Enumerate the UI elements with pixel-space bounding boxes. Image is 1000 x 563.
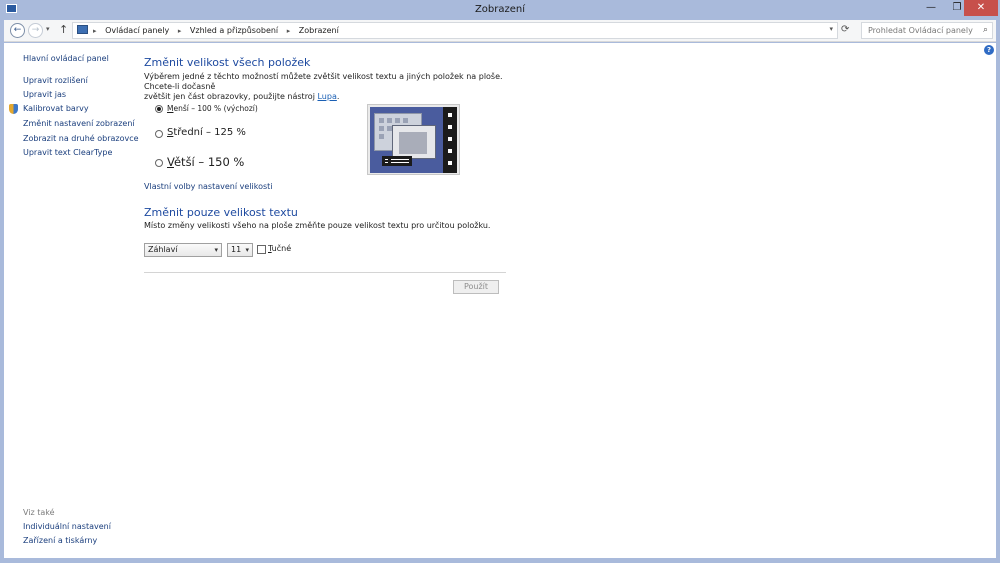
radio-button-larger[interactable] — [155, 159, 163, 167]
item-select[interactable]: Záhlaví ▾ — [144, 243, 222, 257]
breadcrumb-separator-icon[interactable]: ▸ — [178, 27, 182, 35]
display-preview-image — [367, 104, 460, 175]
size-option-smaller-label: Menší – 100 % (výchozí) — [167, 104, 258, 113]
address-dropdown-icon[interactable]: ▾ — [829, 25, 833, 33]
forward-button[interactable]: → — [28, 23, 43, 38]
shield-icon — [9, 104, 18, 114]
address-row: ← → ▾ ↑ ▸ Ovládací panely ▸ Vzhled a při… — [4, 20, 996, 42]
search-placeholder: Prohledat Ovládací panely — [868, 26, 973, 35]
chevron-down-icon: ▾ — [214, 246, 218, 254]
control-panel-icon — [77, 25, 88, 34]
description: Výběrem jedné z těchto možností můžete z… — [144, 72, 504, 102]
size-option-medium-label: Střední – 125 % — [167, 127, 246, 138]
preview-line — [391, 159, 409, 160]
nav-link-project-second-screen[interactable]: Zobrazit na druhé obrazovce — [23, 134, 139, 143]
search-icon[interactable]: ⌕ — [983, 25, 988, 35]
breadcrumb: ▸ Ovládací panely ▸ Vzhled a přizpůsoben… — [93, 26, 345, 35]
description-line-2: zvětšit jen část obrazovky, použijte nás… — [144, 92, 315, 101]
magnifier-link[interactable]: Lupa — [317, 92, 336, 101]
see-also-link-devices-printers[interactable]: Zařízení a tiskárny — [23, 536, 97, 545]
label-rest: enší – 100 % (výchozí) — [173, 104, 258, 113]
font-size-select[interactable]: 11 ▾ — [227, 243, 253, 257]
breadcrumb-separator-icon: ▸ — [93, 27, 97, 35]
accesskey-letter: V — [167, 155, 174, 169]
preview-tile — [387, 118, 392, 123]
up-arrow-icon[interactable]: ↑ — [59, 23, 68, 36]
page-title: Změnit velikost všech položek — [144, 56, 311, 69]
see-also-heading: Viz také — [23, 508, 55, 517]
label-rest: třední – 125 % — [173, 127, 246, 138]
label-rest: ětší – 150 % — [173, 155, 245, 169]
apply-button[interactable]: Použít — [453, 280, 499, 294]
label-rest: učné — [271, 244, 292, 253]
preview-tile — [395, 118, 400, 123]
text-size-description: Místo změny velikosti všeho na ploše změ… — [144, 221, 491, 230]
radio-button-medium[interactable] — [155, 130, 163, 138]
preview-taskbar — [382, 156, 412, 166]
description-line-1: Výběrem jedné z těchto možností můžete z… — [144, 72, 503, 91]
breadcrumb-item-control-panel[interactable]: Ovládací panely — [105, 26, 169, 35]
item-select-value: Záhlaví — [148, 245, 178, 254]
preview-line — [385, 159, 388, 160]
see-also-link-personalization[interactable]: Individuální nastavení — [23, 522, 111, 531]
nav-link-change-display-settings[interactable]: Změnit nastavení zobrazení — [23, 119, 135, 128]
help-icon[interactable]: ? — [984, 45, 994, 55]
breadcrumb-item-display[interactable]: Zobrazení — [299, 26, 339, 35]
chevron-down-icon: ▾ — [245, 246, 249, 254]
preview-charm — [448, 125, 452, 129]
address-bar[interactable]: ▸ Ovládací panely ▸ Vzhled a přizpůsoben… — [72, 22, 838, 39]
minimize-button[interactable]: — — [918, 0, 944, 16]
radio-button-smaller[interactable] — [155, 105, 163, 113]
custom-size-link[interactable]: Vlastní volby nastavení velikosti — [144, 182, 273, 191]
back-button[interactable]: ← — [10, 23, 25, 38]
title-bar: Zobrazení — ❐ ✕ — [0, 0, 1000, 19]
divider — [144, 272, 506, 273]
preview-charm — [448, 113, 452, 117]
preview-tile — [379, 126, 384, 131]
preview-charm — [448, 149, 452, 153]
refresh-icon[interactable]: ⟳ — [841, 24, 849, 35]
preview-window — [392, 125, 436, 159]
text-size-heading: Změnit pouze velikost textu — [144, 206, 298, 219]
nav-link-adjust-resolution[interactable]: Upravit rozlišení — [23, 76, 88, 85]
nav-link-calibrate-color-label: Kalibrovat barvy — [23, 104, 89, 113]
breadcrumb-separator-icon[interactable]: ▸ — [287, 27, 291, 35]
search-input[interactable]: Prohledat Ovládací panely ⌕ — [861, 22, 993, 39]
preview-charms-bar — [443, 107, 457, 173]
nav-link-calibrate-color[interactable]: Kalibrovat barvy — [9, 104, 89, 114]
recent-locations-icon[interactable]: ▾ — [46, 25, 50, 33]
preview-tile — [379, 118, 384, 123]
window: Zobrazení — ❐ ✕ ← → ▾ ↑ ▸ Ovládací panel… — [0, 0, 1000, 563]
font-size-select-value: 11 — [231, 245, 242, 254]
breadcrumb-item-appearance[interactable]: Vzhled a přizpůsobení — [190, 26, 278, 35]
nav-link-control-panel-home[interactable]: Hlavní ovládací panel — [23, 54, 109, 63]
description-end: . — [336, 92, 340, 101]
size-option-larger-label: Větší – 150 % — [167, 155, 244, 169]
preview-line — [385, 162, 388, 163]
preview-line — [391, 162, 409, 163]
nav-link-adjust-cleartype[interactable]: Upravit text ClearType — [23, 148, 112, 157]
preview-tile — [379, 134, 384, 139]
preview-charm — [448, 137, 452, 141]
close-button[interactable]: ✕ — [964, 0, 998, 16]
window-title: Zobrazení — [474, 4, 526, 15]
content-pane: ? Hlavní ovládací panel Upravit rozlišen… — [4, 43, 996, 558]
preview-desktop — [370, 107, 457, 173]
preview-tile — [403, 118, 408, 123]
bold-checkbox-label[interactable]: Tučné — [268, 244, 291, 253]
nav-link-adjust-brightness[interactable]: Upravit jas — [23, 90, 66, 99]
bold-checkbox[interactable] — [257, 245, 266, 254]
preview-window-content — [399, 132, 427, 154]
preview-charm — [448, 161, 452, 165]
